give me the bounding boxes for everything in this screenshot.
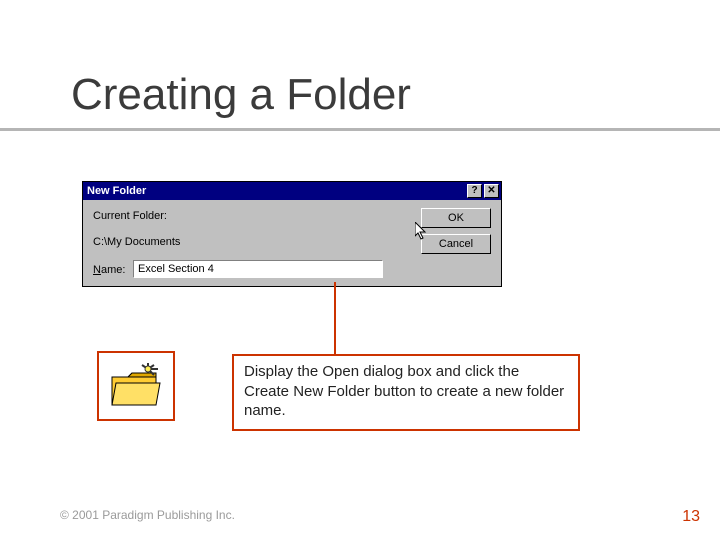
current-folder-label: Current Folder: — [93, 210, 167, 222]
close-button[interactable]: ✕ — [484, 184, 499, 198]
dialog-title: New Folder — [87, 185, 465, 197]
dialog-body: Current Folder: C:\My Documents Name: OK… — [83, 200, 501, 286]
create-folder-icon-box — [97, 351, 175, 421]
slide-title: Creating a Folder — [67, 70, 423, 120]
current-folder-path: C:\My Documents — [93, 236, 180, 248]
instruction-box: Display the Open dialog box and click th… — [232, 354, 580, 431]
cancel-button[interactable]: Cancel — [421, 234, 491, 254]
name-label-mnemonic: N — [93, 264, 101, 276]
new-folder-dialog: New Folder ? ✕ Current Folder: C:\My Doc… — [82, 181, 502, 287]
ok-button[interactable]: OK — [421, 208, 491, 228]
folder-new-icon — [108, 363, 164, 409]
copyright: © 2001 Paradigm Publishing Inc. — [60, 508, 235, 522]
help-button[interactable]: ? — [467, 184, 482, 198]
instruction-text: Display the Open dialog box and click th… — [244, 363, 564, 419]
name-input[interactable] — [133, 260, 383, 278]
name-label-rest: ame: — [101, 264, 125, 276]
dialog-titlebar: New Folder ? ✕ — [83, 182, 501, 200]
callout-line — [334, 282, 336, 355]
title-rule — [0, 128, 720, 131]
name-label: Name: — [93, 264, 125, 276]
page-number: 13 — [682, 508, 700, 526]
